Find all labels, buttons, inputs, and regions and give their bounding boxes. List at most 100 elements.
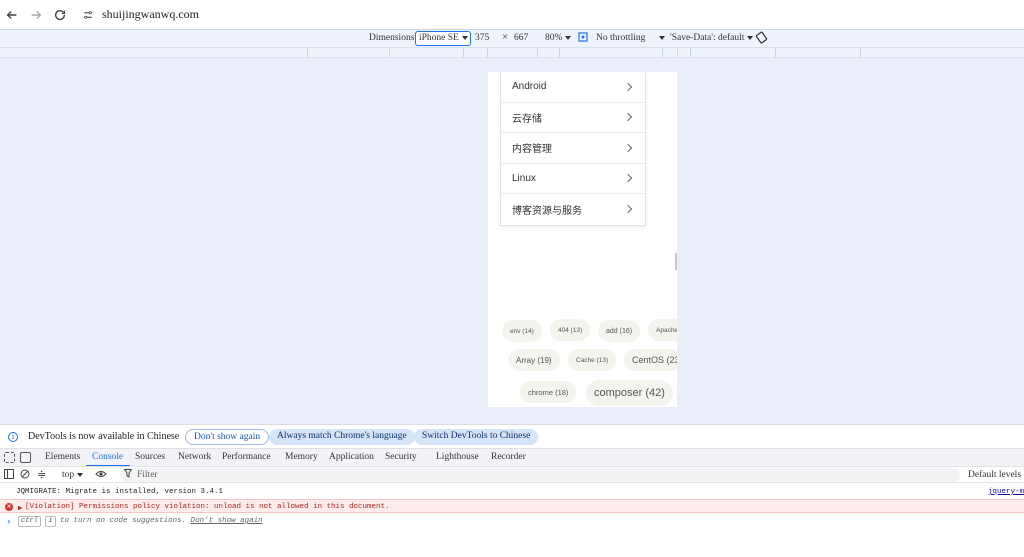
tab-lighthouse[interactable]: Lighthouse xyxy=(436,452,479,462)
tab-elements[interactable]: Elements xyxy=(45,452,80,462)
log-levels-select[interactable]: Default levels xyxy=(968,470,1021,480)
chevron-down-icon xyxy=(659,35,666,40)
save-data-select[interactable]: 'Save-Data': default xyxy=(670,33,754,43)
tag-link[interactable]: env (14) xyxy=(502,320,542,342)
match-language-button[interactable]: Always match Chrome's language xyxy=(269,429,415,445)
tag-link[interactable]: chrome (18) xyxy=(520,381,577,403)
ruler-tick xyxy=(307,48,308,58)
back-button[interactable] xyxy=(0,3,24,27)
ruler-tick xyxy=(487,48,488,58)
language-infobar: i DevTools is now available in Chinese D… xyxy=(0,424,1024,448)
swap-dimensions-icon[interactable]: × xyxy=(502,31,508,43)
tag-link[interactable]: Cache (13) xyxy=(568,349,617,371)
throttling-select[interactable]: No throttling xyxy=(596,33,666,43)
tag-link[interactable]: CentOS (23 xyxy=(624,349,677,371)
ruler-tick xyxy=(662,48,663,58)
media-query-ruler xyxy=(0,47,1024,58)
tab-application[interactable]: Application xyxy=(329,452,374,462)
switch-language-button[interactable]: Switch DevTools to Chinese xyxy=(414,429,539,445)
menu-item[interactable]: 内容管理 xyxy=(501,133,645,164)
menu-item[interactable]: 云存储 xyxy=(501,103,645,133)
tag-link[interactable]: 404 (13) xyxy=(550,319,591,341)
menu-item[interactable]: Linux xyxy=(501,164,645,194)
throttling-value: No throttling xyxy=(596,33,646,43)
error-icon: × xyxy=(5,503,13,511)
site-info-button[interactable] xyxy=(80,7,96,23)
kbd-i: i xyxy=(45,516,56,527)
tag-link[interactable]: add (16) xyxy=(598,320,641,342)
message-text: JQMIGRATE: Migrate is installed, version… xyxy=(16,488,224,496)
console-prompt[interactable]: › ctrl i to turn on code suggestions. Do… xyxy=(0,514,1024,530)
url-text[interactable]: shuijingwanwq.com xyxy=(102,7,199,22)
ruler-tick xyxy=(690,48,691,58)
device-toolbar: Dimensions: iPhone SE 375 × 667 80% No t… xyxy=(0,29,1024,47)
hint-text: to turn on code suggestions. xyxy=(60,517,187,525)
tab-memory[interactable]: Memory xyxy=(285,452,318,462)
forward-button[interactable] xyxy=(24,3,48,27)
sidebar-toggle-icon[interactable] xyxy=(4,469,14,482)
rotate-icon[interactable] xyxy=(755,31,768,47)
width-input[interactable]: 375 xyxy=(475,33,489,43)
console-message: JQMIGRATE: Migrate is installed, version… xyxy=(0,485,1024,499)
dimensions-label: Dimensions: xyxy=(369,33,418,43)
filter-bar xyxy=(120,468,960,482)
eye-icon[interactable] xyxy=(95,469,107,482)
device-viewport: Android 云存储 内容管理 Linux 博客资源与服务 env (14) … xyxy=(0,58,1024,424)
context-value: top xyxy=(62,470,75,480)
emulated-page[interactable]: Android 云存储 内容管理 Linux 博客资源与服务 env (14) … xyxy=(488,72,677,407)
console-toolbar: ≑ top Filter Default levels xyxy=(0,466,1024,483)
zoom-select[interactable]: 80% xyxy=(545,33,572,43)
tab-sources[interactable]: Sources xyxy=(135,452,165,462)
ruler-tick xyxy=(677,48,678,58)
device-toolbar-icon[interactable] xyxy=(20,452,31,463)
zoom-value: 80% xyxy=(545,33,563,43)
error-text: [Violation] Permissions policy violation… xyxy=(25,503,390,511)
tag-link[interactable]: composer (42) xyxy=(586,380,673,406)
tab-performance[interactable]: Performance xyxy=(222,452,271,462)
dont-show-again-button[interactable]: Don't show again xyxy=(185,429,270,445)
tab-network[interactable]: Network xyxy=(178,452,211,462)
chevron-right-icon xyxy=(623,205,633,214)
clear-console-icon[interactable] xyxy=(20,469,30,482)
device-select[interactable]: iPhone SE xyxy=(415,31,471,46)
inspect-element-icon[interactable] xyxy=(4,452,15,463)
prompt-chevron-icon: › xyxy=(6,517,12,527)
chevron-right-icon xyxy=(623,174,633,183)
menu-item[interactable]: 博客资源与服务 xyxy=(501,194,645,225)
reload-icon xyxy=(54,9,66,20)
kbd-ctrl: ctrl xyxy=(18,516,41,527)
screenshot-icon[interactable] xyxy=(578,32,588,45)
filter-input[interactable]: Filter xyxy=(137,470,158,480)
chevron-right-icon xyxy=(623,82,633,91)
scrollbar-thumb[interactable] xyxy=(675,253,677,270)
chevron-down-icon xyxy=(747,35,754,40)
dropdown-menu: Android 云存储 内容管理 Linux 博客资源与服务 xyxy=(500,72,646,226)
tag-link[interactable]: Apache xyxy=(648,319,677,341)
devtools-tabbar: Elements Console Sources Network Perform… xyxy=(0,448,1024,467)
chevron-right-icon xyxy=(623,113,633,122)
menu-item[interactable]: Android xyxy=(501,72,645,103)
tune-icon xyxy=(84,10,92,19)
chevron-down-icon xyxy=(565,35,572,40)
reload-button[interactable] xyxy=(48,3,72,27)
context-select[interactable]: top xyxy=(62,470,84,480)
source-link[interactable]: jquery-m xyxy=(988,488,1024,496)
ruler-tick xyxy=(860,48,861,58)
save-data-value: 'Save-Data': default xyxy=(670,33,745,43)
chevron-right-icon xyxy=(623,143,633,152)
tab-security[interactable]: Security xyxy=(385,452,417,462)
infobar-message: DevTools is now available in Chinese xyxy=(28,431,180,442)
tag-link[interactable]: Array (19) xyxy=(508,349,560,371)
expand-arrow-icon[interactable]: ▶ xyxy=(18,503,23,513)
hint-dont-show-link[interactable]: Don't show again xyxy=(191,517,263,525)
ruler-tick xyxy=(775,48,776,58)
tab-recorder[interactable]: Recorder xyxy=(491,452,526,462)
ruler-tick xyxy=(463,48,464,58)
create-live-expression-icon[interactable]: ≑ xyxy=(37,468,46,481)
forward-arrow-icon xyxy=(31,10,42,19)
height-input[interactable]: 667 xyxy=(514,33,528,43)
tab-console[interactable]: Console xyxy=(92,452,123,462)
ruler-tick xyxy=(389,48,390,58)
ruler-tick xyxy=(537,48,538,58)
device-name: iPhone SE xyxy=(419,33,459,43)
